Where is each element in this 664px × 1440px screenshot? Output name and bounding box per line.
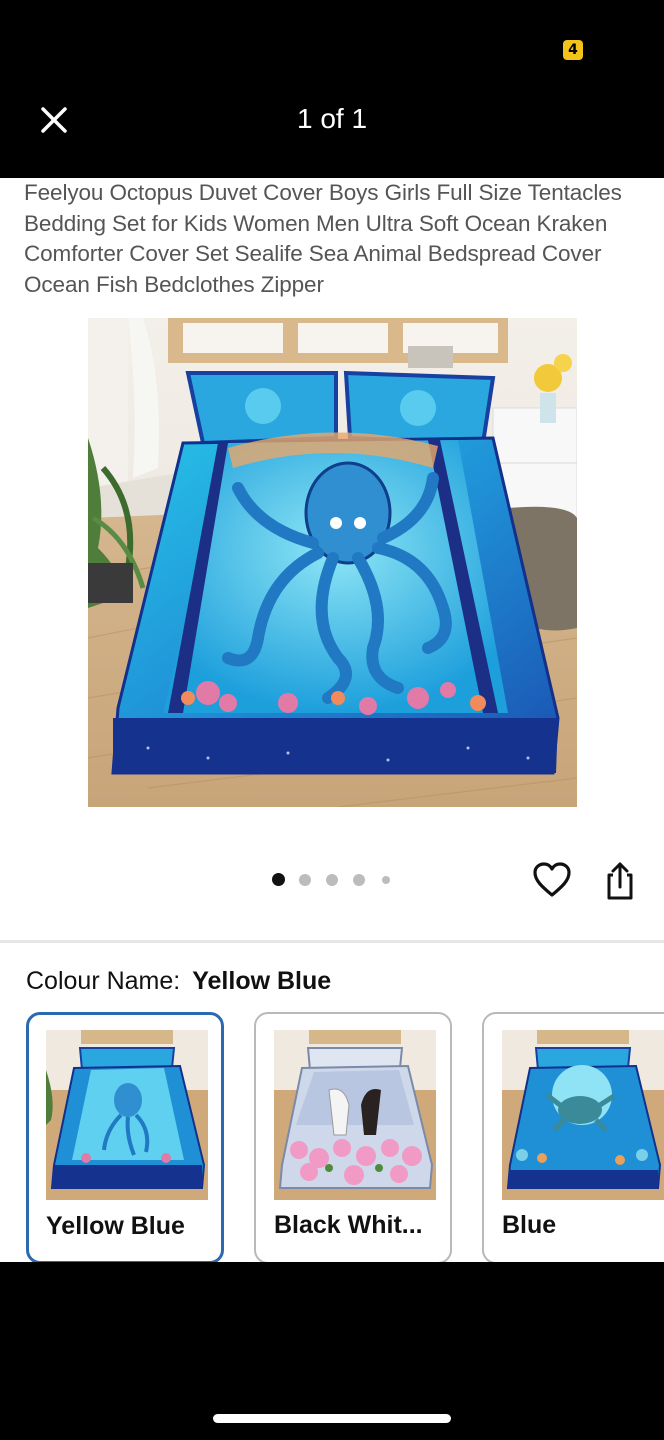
carousel-dot[interactable] [326, 874, 338, 886]
colour-name-label: Colour Name: Yellow Blue [26, 964, 331, 998]
colour-swatch-list[interactable]: Yellow Blue Black Whit... Blue [0, 1010, 664, 1262]
close-button[interactable] [34, 100, 74, 140]
colour-name-value: Yellow Blue [192, 967, 332, 995]
colour-name-caption: Colour Name: [26, 967, 181, 995]
carousel-dot[interactable] [382, 876, 390, 884]
share-button[interactable] [600, 860, 640, 902]
swatch-label: Black Whit... [274, 1211, 423, 1239]
status-badge: 4 [563, 40, 583, 60]
favorite-button[interactable] [531, 860, 573, 900]
swatch-label: Blue [502, 1211, 557, 1239]
carousel-dot[interactable] [353, 874, 365, 886]
product-image[interactable] [88, 318, 577, 807]
home-indicator[interactable] [213, 1414, 451, 1423]
image-counter: 1 of 1 [296, 103, 368, 134]
swatch-label: Yellow Blue [46, 1212, 185, 1240]
heart-icon [533, 862, 571, 897]
swatch-black-white[interactable]: Black Whit... [254, 1012, 452, 1262]
product-title: Feelyou Octopus Duvet Cover Boys Girls F… [24, 180, 622, 297]
swatch-thumbnail [274, 1030, 436, 1200]
section-divider [0, 940, 664, 943]
status-bar: 4 [0, 0, 664, 80]
product-viewer: Feelyou Octopus Duvet Cover Boys Girls F… [0, 178, 664, 1262]
carousel-dot[interactable] [272, 873, 285, 886]
swatch-thumbnail [502, 1030, 664, 1200]
octopus-bedding-image [88, 318, 577, 807]
swatch-thumbnail [46, 1030, 208, 1200]
swatch-blue[interactable]: Blue [482, 1012, 664, 1262]
share-icon [607, 862, 633, 900]
carousel-dot[interactable] [299, 874, 311, 886]
swatch-yellow-blue[interactable]: Yellow Blue [26, 1012, 224, 1262]
close-icon [41, 107, 67, 133]
carousel-dots[interactable] [266, 868, 406, 894]
